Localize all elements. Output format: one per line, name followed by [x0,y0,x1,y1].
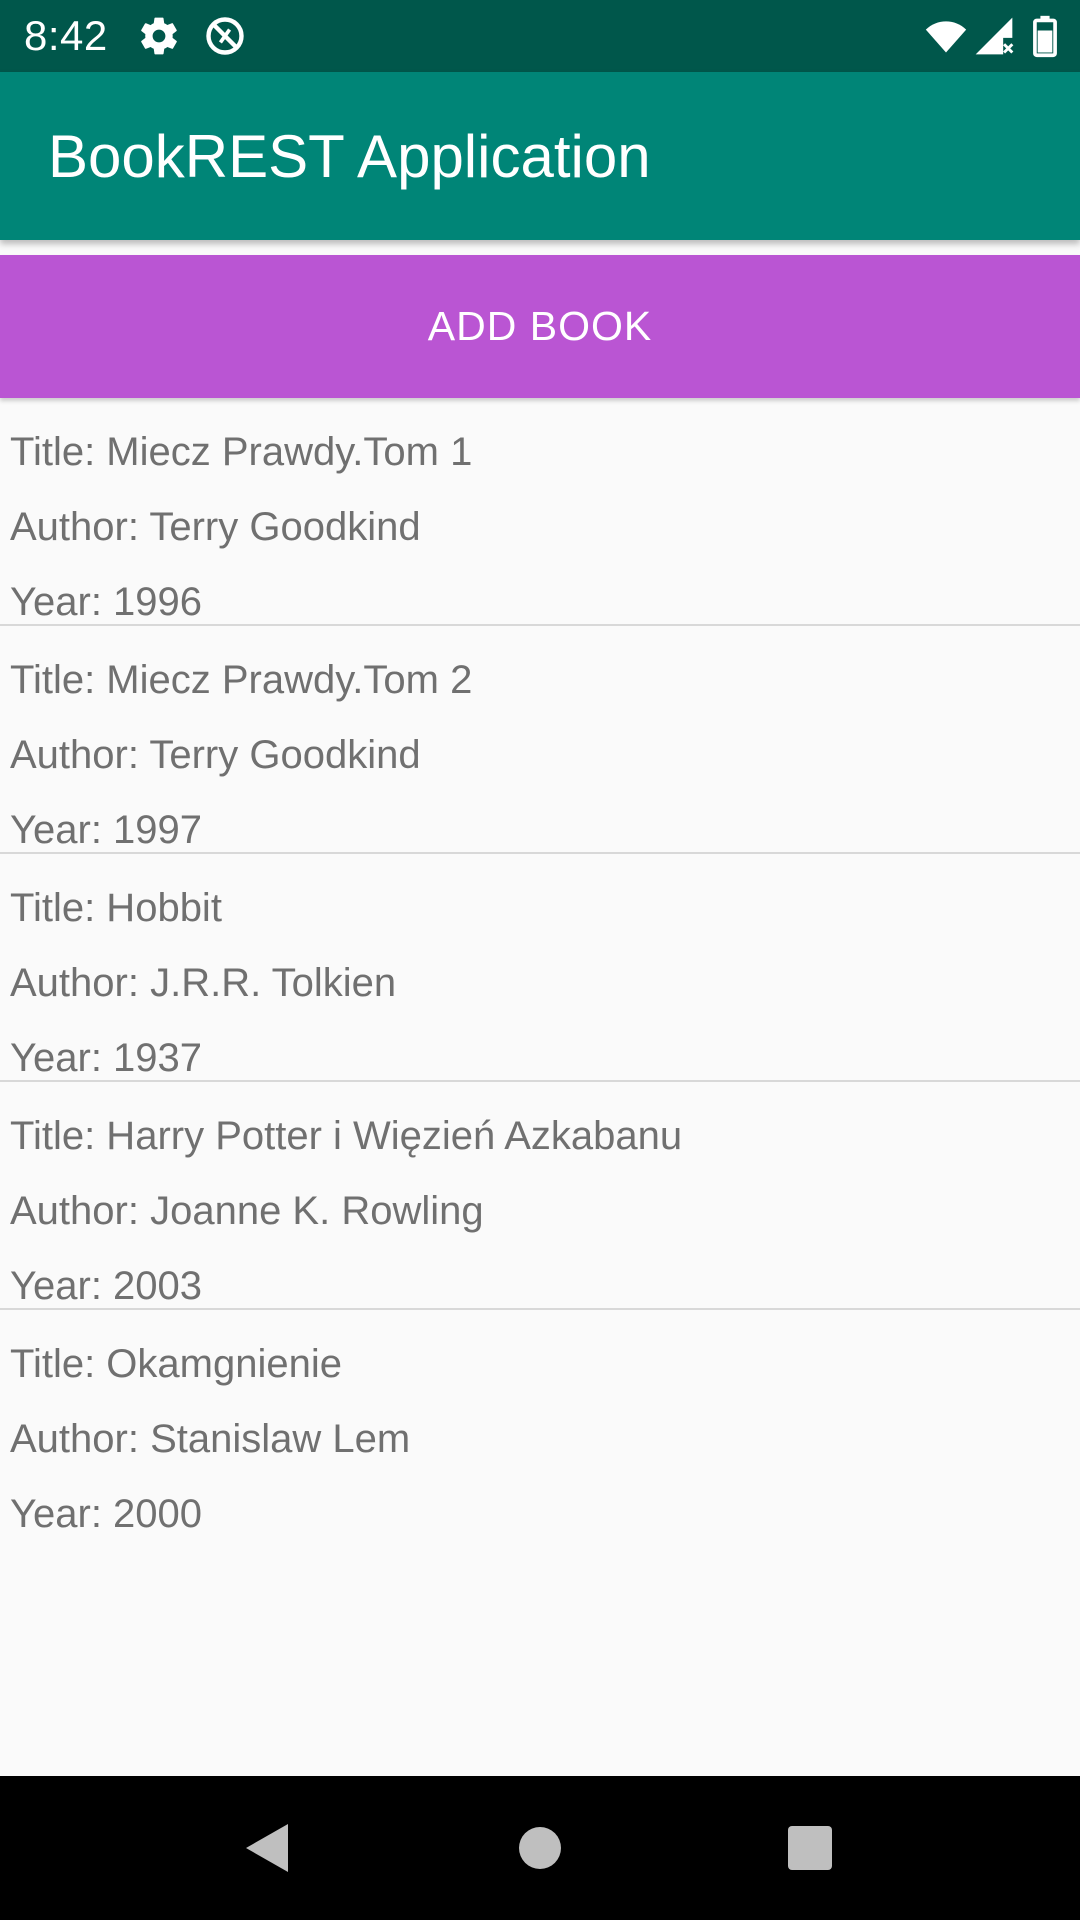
book-author: Author: Stanislaw Lem [10,1417,411,1461]
book-year: Year: 1937 [10,1036,203,1080]
status-time: 8:42 [24,12,108,59]
book-title: Title: Harry Potter i Więzień Azkabanu [10,1114,683,1158]
back-button[interactable] [217,1798,317,1898]
status-bar: 8:42 [0,0,1080,72]
no-sync-icon [203,14,247,58]
book-year: Year: 1997 [10,808,203,852]
book-list: Title: Miecz Prawdy.Tom 1 Author: Terry … [0,398,1080,1536]
book-author: Author: Terry Goodkind [10,505,421,549]
book-year: Year: 2003 [10,1264,203,1308]
app-title: BookREST Application [48,123,651,190]
home-button[interactable] [490,1798,590,1898]
app-bar: BookREST Application [0,72,1080,240]
recents-icon [787,1825,833,1871]
add-book-button[interactable]: ADD BOOK [0,255,1080,398]
wifi-icon [922,14,970,58]
book-list-item[interactable]: Title: Miecz Prawdy.Tom 2 Author: Terry … [0,626,1080,854]
settings-icon [137,14,181,58]
book-title: Title: Miecz Prawdy.Tom 2 [10,658,473,702]
book-list-item[interactable]: Title: Harry Potter i Więzień Azkabanu A… [0,1082,1080,1310]
app-screen: 8:42 BookREST Application ADD BOOK Title… [0,0,1080,1920]
signal-icon [972,14,1016,58]
navigation-bar [0,1776,1080,1920]
book-author: Author: Terry Goodkind [10,733,421,777]
book-author: Author: Joanne K. Rowling [10,1189,484,1233]
home-icon [517,1825,563,1871]
book-title: Title: Okamgnienie [10,1342,342,1386]
book-title: Title: Miecz Prawdy.Tom 1 [10,430,473,474]
book-list-item[interactable]: Title: Okamgnienie Author: Stanislaw Lem… [0,1310,1080,1536]
book-list-item[interactable]: Title: Hobbit Author: J.R.R. Tolkien Yea… [0,854,1080,1082]
book-author: Author: J.R.R. Tolkien [10,961,397,1005]
book-year: Year: 2000 [10,1492,203,1536]
battery-icon [1030,14,1060,58]
back-icon [243,1822,291,1874]
book-title: Title: Hobbit [10,886,222,930]
book-list-item[interactable]: Title: Miecz Prawdy.Tom 1 Author: Terry … [0,398,1080,626]
book-year: Year: 1996 [10,580,203,624]
recents-button[interactable] [760,1798,860,1898]
